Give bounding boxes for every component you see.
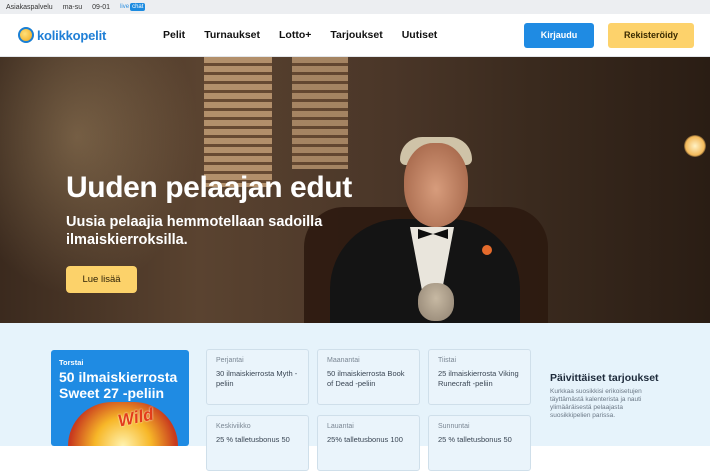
offer-day: Keskiviikko	[216, 423, 251, 430]
nav-item-turnaukset[interactable]: Turnaukset	[204, 29, 260, 41]
offer-card-keskiviikko[interactable]: Keskiviikko 25 % talletusbonus 50	[206, 415, 309, 471]
window-blinds	[204, 57, 272, 187]
offer-card-tiistai[interactable]: Tiistai 25 ilmaiskierrosta Viking Runecr…	[428, 349, 531, 405]
site-logo[interactable]: kolikkopelit	[18, 27, 152, 43]
offer-day: Sunnuntai	[438, 423, 470, 430]
offer-card-lauantai[interactable]: Lauantai 25% talletusbonus 100	[317, 415, 420, 471]
nav-item-tarjoukset[interactable]: Tarjoukset	[330, 29, 382, 41]
chat-badge: chat	[130, 3, 146, 11]
support-label[interactable]: Asiakaspalvelu	[6, 4, 53, 11]
offer-text: 50 ilmaiskierrosta Book of Dead -peliin	[327, 369, 405, 388]
live-label: live	[120, 4, 130, 10]
nav-item-pelit[interactable]: Pelit	[163, 29, 185, 41]
offer-text: 25 % talletusbonus 50	[438, 435, 512, 444]
offer-day: Maanantai	[327, 357, 360, 364]
auth-buttons: Kirjaudu Rekisteröidy	[524, 22, 694, 48]
daily-offers-info: Päivittäiset tarjoukset Kurkkaa suosikki…	[550, 372, 660, 420]
offer-card-sunnuntai[interactable]: Sunnuntai 25 % talletusbonus 50	[428, 415, 531, 471]
nav-item-lotto[interactable]: Lotto+	[279, 29, 311, 41]
register-button[interactable]: Rekisteröidy	[608, 22, 694, 48]
main-navigation: kolikkopelit Pelit Turnaukset Lotto+ Tar…	[0, 14, 710, 57]
hero-subtitle: Uusia pelaajia hemmotellaan sadoilla ilm…	[66, 214, 323, 248]
top-info-bar: Asiakaspalvelu ma-su 09-01 live chat	[0, 0, 710, 14]
nav-menu: Pelit Turnaukset Lotto+ Tarjoukset Uutis…	[163, 29, 437, 41]
offer-card-maanantai[interactable]: Maanantai 50 ilmaiskierrosta Book of Dea…	[317, 349, 420, 405]
coin-logo-icon	[18, 27, 34, 43]
logo-text: kolikkopelit	[37, 27, 107, 43]
offer-card-perjantai[interactable]: Perjantai 30 ilmaiskierrosta Myth -pelii…	[206, 349, 309, 405]
offer-text: 25 % talletusbonus 50	[216, 435, 290, 444]
offer-text: 30 ilmaiskierrosta Myth -peliin	[216, 369, 298, 388]
support-days: ma-su	[62, 3, 83, 11]
offer-text: 25% talletusbonus 100	[327, 435, 403, 444]
live-chat-button[interactable]: live chat	[120, 3, 146, 11]
hero-title: Uuden pelaajan edut	[66, 171, 352, 204]
featured-text: 50 ilmaiskierrosta Sweet 27 -peliin	[59, 369, 178, 401]
offer-day: Perjantai	[216, 357, 244, 364]
wall-lamp	[684, 135, 706, 157]
nav-item-uutiset[interactable]: Uutiset	[402, 29, 438, 41]
cat	[418, 283, 454, 321]
hero-banner: Uuden pelaajan edut Uusia pelaajia hemmo…	[0, 57, 710, 323]
offer-day: Lauantai	[327, 423, 354, 430]
offer-text: 25 ilmaiskierrosta Viking Runecraft -pel…	[438, 369, 519, 388]
daily-offers-title: Päivittäiset tarjoukset	[550, 372, 659, 384]
boutonniere	[482, 245, 492, 255]
man-head	[404, 143, 468, 227]
window-blinds-right	[292, 57, 348, 169]
offer-day: Tiistai	[438, 357, 457, 364]
read-more-button[interactable]: Lue lisää	[66, 266, 137, 293]
daily-offers-text: Kurkkaa suosikkisi erikoisetujen täyttäm…	[550, 388, 642, 419]
support-hours: 09-01	[92, 3, 111, 11]
featured-day: Torstai	[59, 358, 84, 367]
login-button[interactable]: Kirjaudu	[524, 22, 594, 48]
